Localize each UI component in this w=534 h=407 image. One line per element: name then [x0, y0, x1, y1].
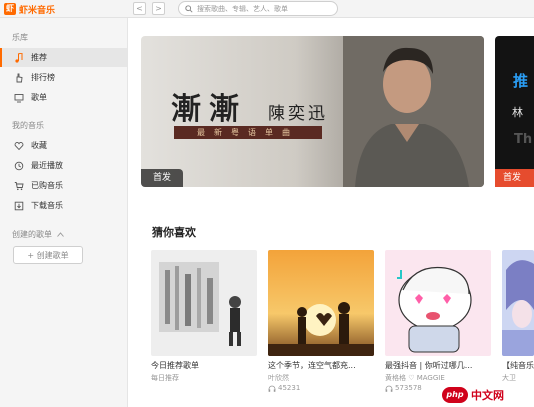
playlist-card[interactable]: 今日推荐歌单 每日推荐 [151, 250, 257, 382]
banner2-tag: 首发 [495, 169, 534, 187]
playlist-card[interactable]: 这个季节，连空气都充... 叶欣然 45231 [268, 250, 374, 392]
sidebar-item-label: 歌单 [31, 93, 47, 102]
section-title-library: 乐库 [12, 33, 28, 42]
banner-singer: 陳奕迅 [268, 104, 328, 124]
playlist-title[interactable]: 【纯音乐 [502, 360, 534, 371]
sidebar-item-recent[interactable]: 最近播放 [0, 156, 127, 175]
banner-tag: 首发 [141, 169, 183, 187]
playlist-cover[interactable] [385, 250, 491, 356]
forward-button[interactable]: > [152, 2, 165, 15]
sidebar-item-purchased[interactable]: 已购音乐 [0, 176, 127, 195]
playlist-card[interactable]: 【纯音乐 大卫 [502, 250, 534, 382]
section-title-created: 创建的歌单 [12, 230, 52, 239]
banner2-text: 林 [512, 106, 523, 119]
playlist-subtitle: 大卫 [502, 374, 516, 382]
sidebar-item-downloads[interactable]: 下载音乐 [0, 196, 127, 215]
app-logo-badge: 虾 [4, 3, 16, 15]
featured-banner[interactable]: 漸漸 陳奕迅 最新粤语单曲 首发 [141, 36, 484, 187]
banner-subtitle-strip: 最新粤语单曲 [174, 126, 322, 139]
watermark: php 中文网 [442, 387, 504, 403]
banner2-text: Th [514, 132, 533, 147]
headphones-icon [385, 385, 393, 392]
sidebar-item-label: 已购音乐 [31, 181, 63, 190]
secondary-banner[interactable]: 推 林 Th 首发 [495, 36, 534, 187]
hand-icon [16, 73, 23, 82]
search-input[interactable] [197, 3, 335, 15]
playlist-cover[interactable] [502, 250, 534, 356]
monitor-icon [14, 93, 24, 102]
create-playlist-button[interactable]: + 创建歌单 [13, 246, 83, 264]
watermark-text: 中文网 [471, 389, 504, 402]
sidebar-item-label: 收藏 [31, 141, 47, 150]
search-box[interactable] [178, 1, 338, 16]
download-icon [14, 201, 24, 210]
playlist-card[interactable]: 最强抖音 | 你听过哪几... 黄格格 ♡ MAGGIE 573578 [385, 250, 491, 392]
sidebar: 乐库 推荐 排行榜 歌单 我的音乐 收藏 最近播放 已购音乐 下载音乐 创建的歌… [0, 18, 128, 407]
back-button[interactable]: < [133, 2, 146, 15]
playlist-title[interactable]: 这个季节，连空气都充... [268, 360, 378, 371]
sidebar-item-label: 下载音乐 [31, 201, 63, 210]
section-title-recommend: 猜你喜欢 [152, 226, 196, 239]
playlist-subtitle: 每日推荐 [151, 374, 179, 382]
playlist-subtitle: 黄格格 ♡ MAGGIE [385, 374, 445, 382]
playlist-title[interactable]: 最强抖音 | 你听过哪几... [385, 360, 495, 371]
play-count-value: 45231 [278, 384, 301, 392]
sidebar-item-label: 最近播放 [31, 161, 63, 170]
sidebar-item-charts[interactable]: 排行榜 [0, 68, 127, 87]
clock-icon [14, 161, 24, 170]
heart-icon [14, 141, 24, 150]
created-playlists-header[interactable]: 创建的歌单 [12, 229, 64, 240]
play-count: 45231 [268, 384, 300, 392]
title-bar: 虾 虾米音乐 < > [0, 0, 534, 18]
sidebar-item-label: 排行榜 [31, 73, 55, 82]
banner-artist-photo [343, 36, 484, 187]
music-note-icon [15, 52, 23, 63]
banner2-text: 推 [513, 72, 529, 90]
playlist-cover[interactable] [268, 250, 374, 356]
watermark-logo: php [442, 387, 468, 403]
headphones-icon [268, 385, 276, 392]
sidebar-item-label: 推荐 [31, 53, 47, 62]
sidebar-item-recommend[interactable]: 推荐 [0, 48, 127, 67]
app-logo[interactable]: 虾 虾米音乐 [4, 2, 55, 16]
chevron-up-icon[interactable] [57, 232, 64, 237]
sidebar-item-playlists[interactable]: 歌单 [0, 88, 127, 107]
search-icon[interactable] [185, 5, 193, 13]
playlist-title[interactable]: 今日推荐歌单 [151, 360, 261, 371]
playlist-subtitle: 叶欣然 [268, 374, 289, 382]
play-count: 573578 [385, 384, 422, 392]
cart-icon [14, 181, 24, 190]
sidebar-item-favorites[interactable]: 收藏 [0, 136, 127, 155]
app-name: 虾米音乐 [19, 5, 56, 16]
section-title-my-music: 我的音乐 [12, 121, 44, 130]
playlist-cover[interactable] [151, 250, 257, 356]
banner-calligraphy: 漸漸 [171, 92, 247, 127]
play-count-value: 573578 [395, 384, 422, 392]
